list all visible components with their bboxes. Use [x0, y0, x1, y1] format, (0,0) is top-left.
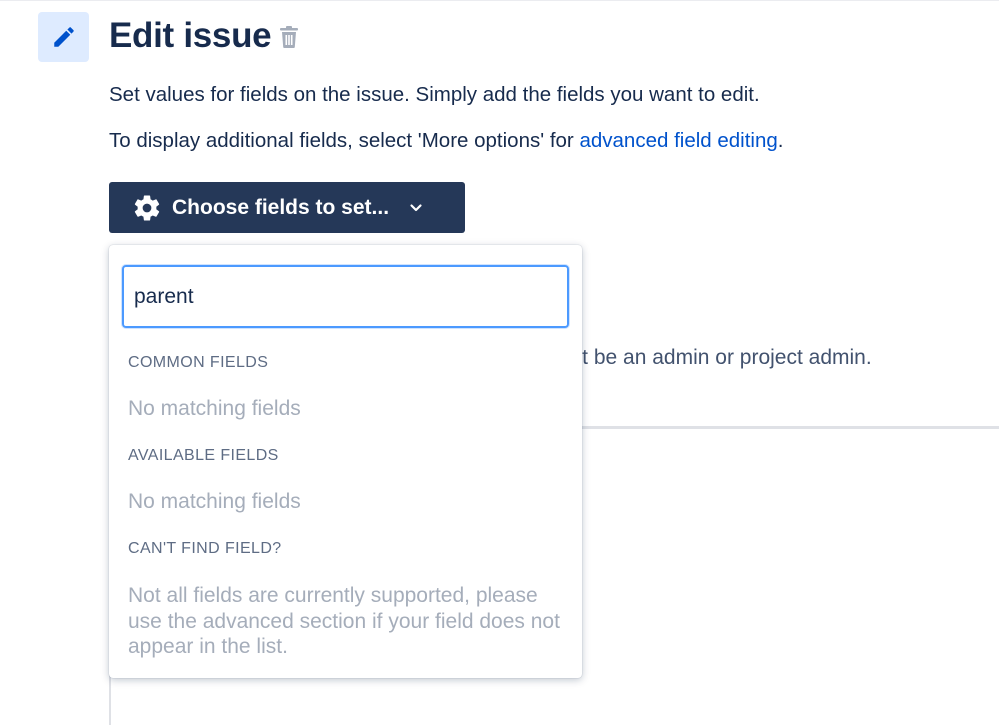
- trash-icon: [280, 26, 298, 48]
- field-chooser-dropdown: COMMON FIELDS No matching fields AVAILAB…: [109, 245, 582, 678]
- page-title: Edit issue: [109, 16, 272, 55]
- choose-fields-button[interactable]: Choose fields to set...: [109, 182, 465, 233]
- cant-find-field-heading: CAN'T FIND FIELD?: [128, 540, 282, 557]
- permission-note: ust be an admin or project admin.: [560, 346, 872, 369]
- edit-issue-icon-tile: [38, 12, 89, 62]
- available-fields-heading: AVAILABLE FIELDS: [128, 447, 279, 464]
- description-line-2: To display additional fields, select 'Mo…: [109, 128, 784, 154]
- advanced-field-editing-link[interactable]: advanced field editing: [579, 129, 777, 152]
- description-line-2-suffix: .: [777, 129, 784, 152]
- common-fields-empty: No matching fields: [128, 397, 301, 420]
- delete-action[interactable]: [278, 24, 300, 50]
- field-search-input[interactable]: [124, 267, 567, 326]
- pencil-icon: [53, 27, 74, 47]
- field-search-box: [122, 265, 569, 328]
- gear-icon: [132, 193, 162, 223]
- description-line-2-prefix: To display additional fields, select 'Mo…: [109, 129, 580, 152]
- choose-fields-label: Choose fields to set...: [172, 195, 390, 219]
- description-line-1: Set values for fields on the issue. Simp…: [109, 83, 760, 106]
- common-fields-heading: COMMON FIELDS: [128, 354, 269, 371]
- top-divider: [0, 0, 999, 1]
- chevron-down-icon: [409, 201, 423, 215]
- cant-find-field-help: Not all fields are currently supported, …: [128, 584, 560, 658]
- available-fields-empty: No matching fields: [128, 490, 301, 513]
